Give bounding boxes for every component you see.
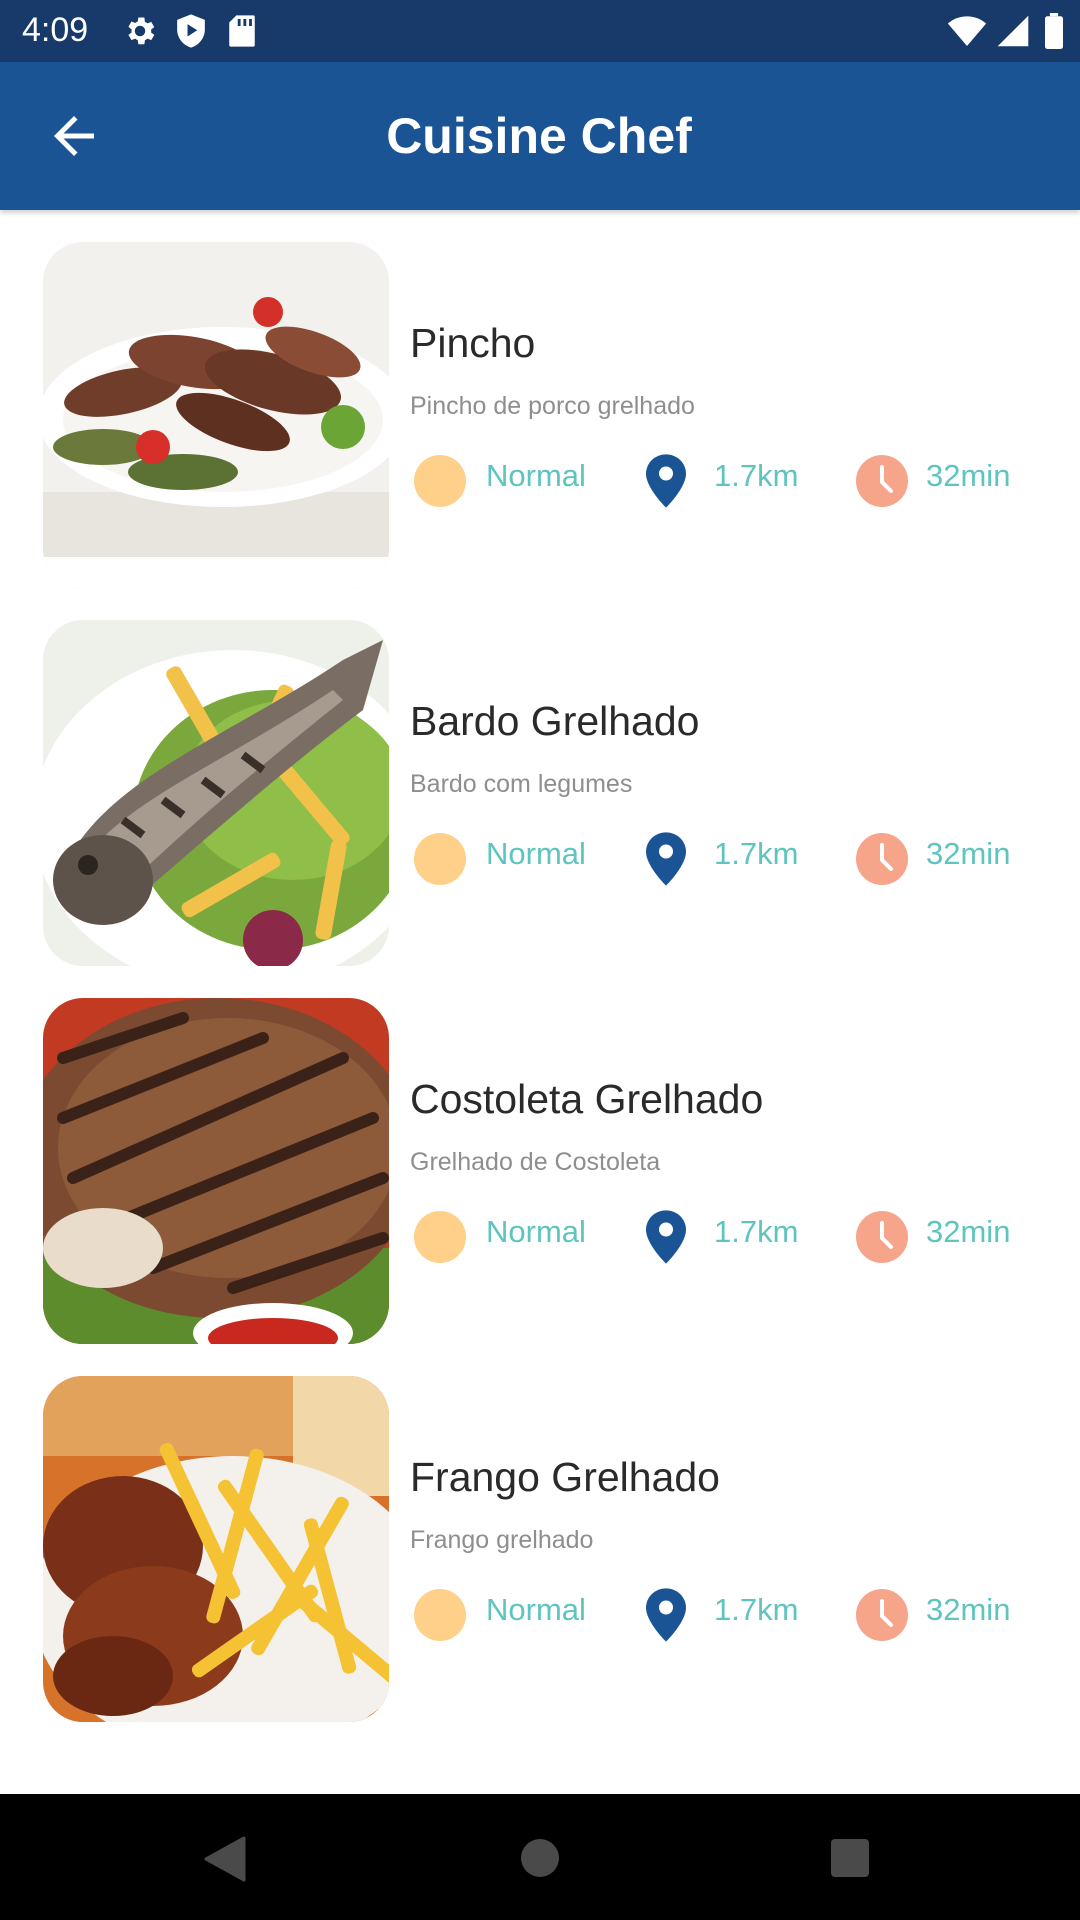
dish-image — [43, 1376, 389, 1722]
distance-label: 1.7km — [714, 1214, 799, 1249]
clock-icon — [856, 1589, 908, 1646]
dish-name: Pincho — [410, 320, 536, 366]
dish-name: Bardo Grelhado — [410, 698, 700, 744]
settings-icon — [122, 13, 158, 54]
dish-image — [43, 998, 389, 1344]
location-pin-icon — [646, 454, 686, 513]
status-icons-right — [947, 13, 1064, 54]
dish-description: Frango grelhado — [410, 1526, 594, 1554]
clock-icon — [856, 1211, 908, 1268]
difficulty-label: Normal — [486, 1214, 586, 1249]
distance-label: 1.7km — [714, 1592, 799, 1627]
app-bar: Cuisine Chef — [0, 62, 1080, 210]
dish-meta: Normal 1.7km 32min — [410, 826, 1050, 886]
home-circle-icon[interactable] — [520, 1838, 560, 1883]
sd-card-icon — [227, 14, 257, 53]
dish-card[interactable]: Costoleta Grelhado Grelhado de Costoleta… — [0, 966, 1080, 1344]
time-label: 32min — [926, 458, 1011, 493]
difficulty-dot-icon — [414, 1589, 466, 1646]
difficulty-label: Normal — [486, 1592, 586, 1627]
dish-image — [43, 242, 389, 588]
location-pin-icon — [646, 1210, 686, 1269]
location-pin-icon — [646, 832, 686, 891]
difficulty-dot-icon — [414, 833, 466, 890]
difficulty-label: Normal — [486, 458, 586, 493]
dish-description: Pincho de porco grelhado — [410, 392, 695, 420]
system-nav-bar — [0, 1794, 1080, 1920]
back-triangle-icon[interactable] — [204, 1836, 246, 1887]
location-pin-icon — [646, 1588, 686, 1647]
distance-label: 1.7km — [714, 836, 799, 871]
recents-square-icon[interactable] — [830, 1838, 870, 1883]
clock-icon — [856, 833, 908, 890]
difficulty-dot-icon — [414, 455, 466, 512]
dish-image — [43, 620, 389, 966]
status-time: 4:09 — [22, 11, 89, 49]
clock-icon — [856, 455, 908, 512]
wifi-icon — [947, 14, 987, 53]
dish-card[interactable]: Frango Grelhado Frango grelhado Normal 1… — [0, 1344, 1080, 1722]
dish-description: Bardo com legumes — [410, 770, 633, 798]
page-title: Cuisine Chef — [386, 108, 692, 164]
difficulty-dot-icon — [414, 1211, 466, 1268]
dish-name: Costoleta Grelhado — [410, 1076, 764, 1122]
dish-card[interactable]: Bardo Grelhado Bardo com legumes Normal … — [0, 588, 1080, 966]
time-label: 32min — [926, 1214, 1011, 1249]
dish-description: Grelhado de Costoleta — [410, 1148, 661, 1176]
dish-meta: Normal 1.7km 32min — [410, 1204, 1050, 1264]
dish-list: Pincho Pincho de porco grelhado Normal 1… — [0, 210, 1080, 1722]
dish-meta: Normal 1.7km 32min — [410, 1582, 1050, 1642]
time-label: 32min — [926, 836, 1011, 871]
dish-name: Frango Grelhado — [410, 1454, 720, 1500]
time-label: 32min — [926, 1592, 1011, 1627]
play-protect-icon — [174, 13, 208, 54]
dish-meta: Normal 1.7km 32min — [410, 448, 1050, 508]
status-bar: 4:09 — [0, 0, 1080, 62]
battery-icon — [1044, 13, 1064, 54]
dish-card[interactable]: Pincho Pincho de porco grelhado Normal 1… — [0, 210, 1080, 588]
distance-label: 1.7km — [714, 458, 799, 493]
difficulty-label: Normal — [486, 836, 586, 871]
signal-icon — [996, 14, 1030, 53]
status-icons-left — [122, 13, 257, 54]
